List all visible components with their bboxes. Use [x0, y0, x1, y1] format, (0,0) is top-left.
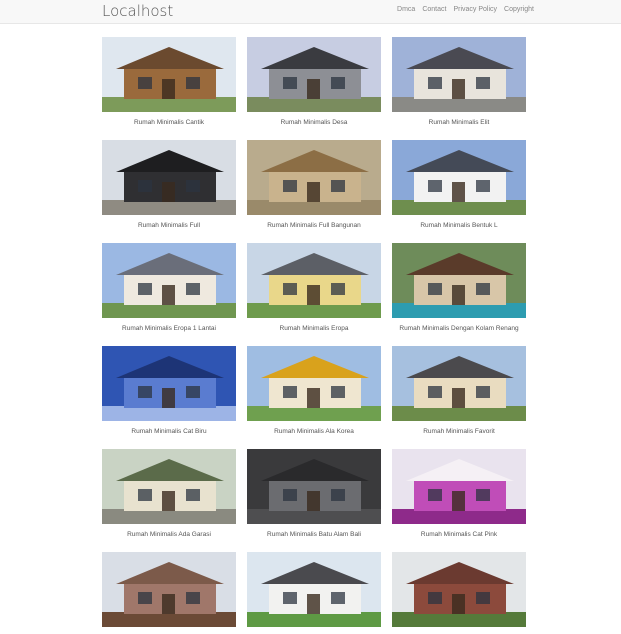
house-image — [247, 449, 381, 524]
house-thumbnail[interactable] — [102, 243, 236, 318]
house-caption[interactable]: Rumah Minimalis Cantik — [102, 119, 236, 126]
gallery-card[interactable] — [247, 552, 381, 634]
house-image — [102, 449, 236, 524]
gallery-card[interactable]: Rumah Minimalis Eropa 1 Lantai — [102, 243, 236, 332]
house-caption[interactable]: Rumah Minimalis Bentuk L — [392, 222, 526, 229]
house-caption[interactable]: Rumah Minimalis Dengan Kolam Renang — [392, 325, 526, 332]
gallery-card[interactable]: Rumah Minimalis Full — [102, 140, 236, 229]
house-caption[interactable]: Rumah Minimalis Eropa — [247, 325, 381, 332]
house-thumbnail[interactable] — [392, 449, 526, 524]
gallery-card[interactable]: Rumah Minimalis Cat Biru — [102, 346, 236, 435]
gallery-card[interactable]: Rumah Minimalis Elit — [392, 37, 526, 126]
house-thumbnail[interactable] — [392, 140, 526, 215]
gallery-card[interactable]: Rumah Minimalis Ada Garasi — [102, 449, 236, 538]
house-image — [392, 140, 526, 215]
gallery-card[interactable]: Rumah Minimalis Ala Korea — [247, 346, 381, 435]
house-image — [392, 346, 526, 421]
house-thumbnail[interactable] — [247, 37, 381, 112]
gallery-card[interactable] — [102, 552, 236, 634]
house-image — [392, 449, 526, 524]
house-image — [247, 346, 381, 421]
house-caption[interactable]: Rumah Minimalis Full — [102, 222, 236, 229]
house-image — [102, 37, 236, 112]
house-image — [102, 552, 236, 627]
house-caption[interactable]: Rumah Minimalis Cat Biru — [102, 428, 236, 435]
house-thumbnail[interactable] — [392, 552, 526, 627]
house-thumbnail[interactable] — [102, 552, 236, 627]
gallery-card[interactable]: Rumah Minimalis Cat Pink — [392, 449, 526, 538]
house-caption[interactable]: Rumah Minimalis Elit — [392, 119, 526, 126]
house-thumbnail[interactable] — [247, 346, 381, 421]
site-brand[interactable]: Localhost — [102, 2, 173, 20]
nav-link-copyright[interactable]: Copyright — [504, 6, 534, 13]
gallery-card[interactable]: Rumah Minimalis Desa — [247, 37, 381, 126]
house-caption[interactable]: Rumah Minimalis Eropa 1 Lantai — [102, 325, 236, 332]
gallery-card[interactable]: Rumah Minimalis Eropa — [247, 243, 381, 332]
house-image — [392, 552, 526, 627]
house-image — [102, 140, 236, 215]
house-caption[interactable]: Rumah Minimalis Ala Korea — [247, 428, 381, 435]
house-caption[interactable]: Rumah Minimalis Batu Alam Bali — [247, 531, 381, 538]
nav-link-privacy-policy[interactable]: Privacy Policy — [453, 6, 497, 13]
gallery-card[interactable]: Rumah Minimalis Cantik — [102, 37, 236, 126]
house-image — [247, 37, 381, 112]
gallery-card[interactable]: Rumah Minimalis Full Bangunan — [247, 140, 381, 229]
house-image — [392, 37, 526, 112]
house-caption[interactable]: Rumah Minimalis Full Bangunan — [247, 222, 381, 229]
house-thumbnail[interactable] — [247, 243, 381, 318]
top-navbar: Localhost Dmca Contact Privacy Policy Co… — [0, 0, 621, 24]
house-image — [247, 552, 381, 627]
gallery-card[interactable]: Rumah Minimalis Batu Alam Bali — [247, 449, 381, 538]
house-caption[interactable]: Rumah Minimalis Cat Pink — [392, 531, 526, 538]
house-caption[interactable]: Rumah Minimalis Favorit — [392, 428, 526, 435]
house-thumbnail[interactable] — [392, 37, 526, 112]
gallery-card[interactable]: Rumah Minimalis Bentuk L — [392, 140, 526, 229]
house-image — [392, 243, 526, 318]
gallery-card[interactable] — [392, 552, 526, 634]
nav-link-dmca[interactable]: Dmca — [397, 6, 415, 13]
house-thumbnail[interactable] — [102, 449, 236, 524]
nav-link-contact[interactable]: Contact — [422, 6, 446, 13]
house-caption[interactable]: Rumah Minimalis Desa — [247, 119, 381, 126]
house-thumbnail[interactable] — [247, 552, 381, 627]
house-thumbnail[interactable] — [392, 243, 526, 318]
house-thumbnail[interactable] — [102, 140, 236, 215]
house-thumbnail[interactable] — [102, 346, 236, 421]
house-thumbnail[interactable] — [102, 37, 236, 112]
house-thumbnail[interactable] — [247, 140, 381, 215]
house-image — [102, 346, 236, 421]
house-image — [247, 140, 381, 215]
nav-links: Dmca Contact Privacy Policy Copyright — [397, 6, 534, 13]
house-thumbnail[interactable] — [247, 449, 381, 524]
house-image — [247, 243, 381, 318]
gallery-card[interactable]: Rumah Minimalis Favorit — [392, 346, 526, 435]
gallery-card[interactable]: Rumah Minimalis Dengan Kolam Renang — [392, 243, 526, 332]
house-caption[interactable]: Rumah Minimalis Ada Garasi — [102, 531, 236, 538]
house-image — [102, 243, 236, 318]
house-thumbnail[interactable] — [392, 346, 526, 421]
